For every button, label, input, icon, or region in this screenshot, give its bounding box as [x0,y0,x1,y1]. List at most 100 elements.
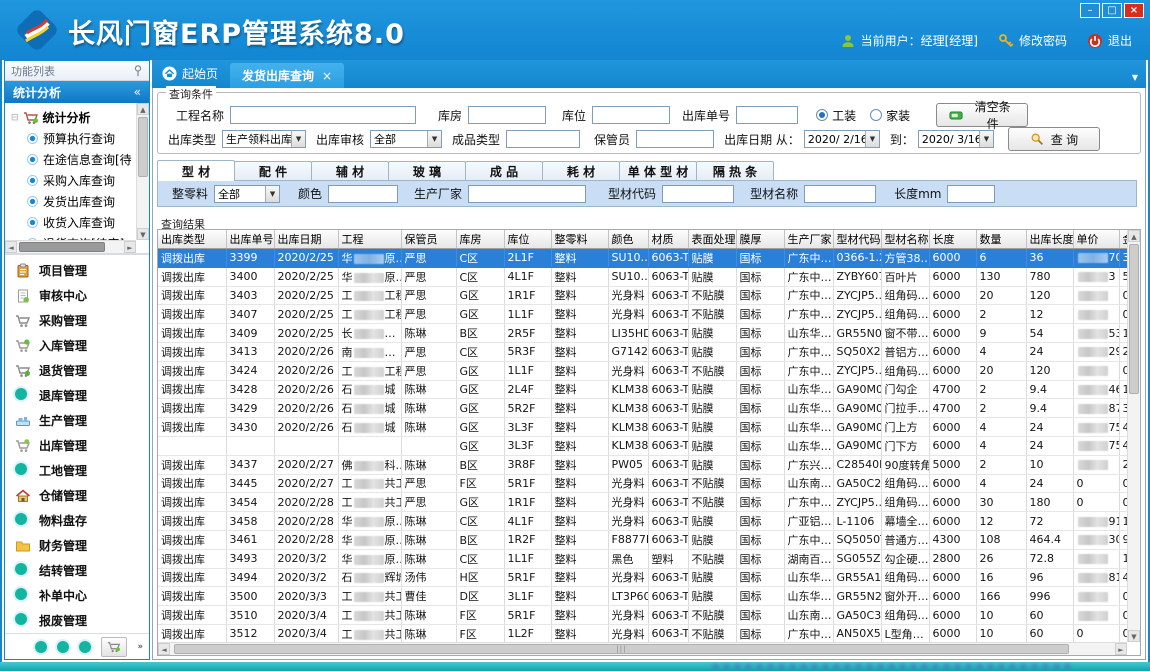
sidebar-item-项目管理[interactable]: 项目管理 [5,258,149,283]
color-input[interactable] [328,185,398,203]
column-header[interactable]: 数量 [976,230,1026,249]
sidebar-item-补单中心[interactable]: 补单中心 [5,583,149,608]
scroll-left-icon[interactable]: ◄ [158,643,170,655]
sidebar-item-结转管理[interactable]: 结转管理 [5,558,149,583]
tab-active[interactable]: 发货出库查询 × [230,63,344,88]
sidebar-item-退货管理[interactable]: 退货管理 [5,358,149,383]
scroll-thumb[interactable] [1129,244,1139,394]
tree-item[interactable]: 采购入库查询 [11,170,135,191]
tree-item[interactable]: 预算执行查询 [11,128,135,149]
table-row[interactable]: 调拨出库34002020/2/25华原…严思C区4L1F整料SU10…6063-… [158,267,1127,286]
whole-part-select[interactable]: 全部 ▼ [214,185,280,203]
more-panels-icon[interactable]: » [137,642,143,652]
date-to-select[interactable]: 2020/ 3/16 ▼ [918,130,994,148]
date-from-select[interactable]: 2020/ 2/16 ▼ [804,130,880,148]
table-row[interactable]: 调拨出库34612020/2/28华原…陈琳B区1R2F整料F8877FT606… [158,530,1127,549]
column-header[interactable]: 表面处理 [688,230,736,249]
grid-vertical-scrollbar[interactable]: ▲ ▼ [1127,230,1140,642]
clear-conditions-button[interactable]: 清空条件 [936,103,1028,127]
column-header[interactable]: 材质 [648,230,688,249]
sidebar-item-报废管理[interactable]: 报废管理 [5,608,149,633]
sidebar-item-入库管理[interactable]: 入库管理 [5,333,149,358]
column-header[interactable]: 库房 [456,230,504,249]
pin-icon[interactable] [133,65,143,77]
maximize-button[interactable]: □ [1102,3,1122,18]
tab-list-dropdown-icon[interactable]: ▼ [1132,73,1138,88]
scroll-up-icon[interactable]: ▲ [137,103,149,115]
scroll-thumb[interactable] [138,117,148,177]
table-row[interactable]: 调拨出库35102020/3/4工共工程陈琳F区5R1F整料光身料6063-T5… [158,606,1127,625]
tree-expander-icon[interactable]: ⊟ [11,113,19,123]
scroll-down-icon[interactable]: ▼ [1128,630,1140,642]
table-row[interactable]: 调拨出库34582020/2/28华原…陈琳C区4L1F整料光身料6063-T5… [158,512,1127,531]
sidebar-item-出库管理[interactable]: 出库管理 [5,433,149,458]
table-row[interactable]: 调拨出库34132020/2/26南…严思C区5R3F整料G714226063-… [158,342,1127,361]
scroll-up-icon[interactable]: ▲ [1128,230,1140,242]
table-row[interactable]: 调拨出库35122020/3/4工共工程陈琳F区1L2F整料光身料6063-T5… [158,624,1127,642]
audit-select[interactable]: 全部 ▼ [370,130,442,148]
column-header[interactable]: 出库类型 [158,230,226,249]
column-header[interactable]: 型材名称 [881,230,929,249]
table-row[interactable]: 调拨出库34302020/2/26石城陈琳G区3L3F整料KLM38176063… [158,418,1127,437]
tree-horizontal-scrollbar[interactable]: ◄ ► [5,240,136,253]
column-header[interactable]: 保管员 [401,230,456,249]
tree-item[interactable]: 退库管理[待定] [11,254,135,255]
column-header[interactable]: 工程 [338,230,401,249]
keeper-input[interactable] [636,130,714,148]
overflow-item-icon[interactable] [57,641,69,653]
column-header[interactable]: 颜色 [608,230,648,249]
location-input[interactable] [592,106,670,124]
table-row[interactable]: 调拨出库34072020/2/25工工程严思G区1L1F整料光身料6063-T5… [158,305,1127,324]
scroll-down-icon[interactable]: ▼ [137,228,149,240]
scroll-left-icon[interactable]: ◄ [5,241,17,253]
table-row[interactable]: 调拨出库34242020/2/26工工程严思G区1L1F整料光身料6063-T5… [158,361,1127,380]
profile-name-input[interactable] [804,185,876,203]
scroll-right-icon[interactable]: ► [1115,643,1127,655]
sidebar-item-审核中心[interactable]: 审核中心 [5,283,149,308]
out-type-select[interactable]: 生产领料出库 ▼ [222,130,306,148]
order-no-input[interactable] [736,106,798,124]
tree-item[interactable]: 在途信息查询[待 [11,149,135,170]
material-tab[interactable]: 配 件 [234,161,312,181]
table-row[interactable]: 调拨出库34452020/2/27工共工程严思F区5R1F整料光身料6063-T… [158,474,1127,493]
column-header[interactable]: 库位 [504,230,551,249]
tab-home[interactable]: 起始页 [152,65,230,88]
column-header[interactable]: 整零料 [551,230,608,249]
radio-work-wear[interactable]: 工装 [816,107,856,124]
close-button[interactable]: × [1124,3,1144,18]
tree-item[interactable]: 发货出库查询 [11,191,135,212]
project-name-input[interactable] [230,106,416,124]
column-header[interactable]: 长度 [929,230,976,249]
overflow-cart-button[interactable] [101,637,127,657]
product-type-input[interactable] [506,130,580,148]
sidebar-item-退库管理[interactable]: 退库管理 [5,383,149,408]
scroll-right-icon[interactable]: ► [124,241,136,253]
material-tab[interactable]: 隔 热 条 [696,161,774,181]
table-row[interactable]: 调拨出库34092020/2/25长…陈琳B区2R5F整料LI35HD6063-… [158,324,1127,343]
length-input[interactable] [947,185,995,203]
table-row[interactable]: 调拨出库34292020/2/26石城陈琳G区5R2F整料KLM38176063… [158,399,1127,418]
column-header[interactable]: 金额 [1119,230,1127,249]
material-tab[interactable]: 单 体 型 材 [619,161,697,181]
scroll-thumb[interactable] [19,242,105,252]
logout-link[interactable]: 退出 [1087,32,1132,49]
column-header[interactable]: 单价 [1073,230,1119,249]
column-header[interactable]: 膜厚 [736,230,784,249]
column-header[interactable]: 出库单号 [226,230,274,249]
table-row[interactable]: G区3L3F整料KLM38176063-T5贴膜国标山东华…GA90M09…门下… [158,436,1127,455]
sidebar-item-采购管理[interactable]: 采购管理 [5,308,149,333]
nav-group-header[interactable]: 统计分析 « [5,81,149,103]
warehouse-input[interactable] [468,106,546,124]
factory-input[interactable] [468,185,586,203]
table-row[interactable]: 调拨出库34542020/2/28工共工程严思G区1R1F整料光身料6063-T… [158,493,1127,512]
column-header[interactable]: 型材代码 [833,230,881,249]
sidebar-item-工地管理[interactable]: 工地管理 [5,458,149,483]
profile-code-input[interactable] [662,185,734,203]
sidebar-item-仓储管理[interactable]: 仓储管理 [5,483,149,508]
sidebar-item-生产管理[interactable]: 生产管理 [5,408,149,433]
change-password-link[interactable]: 修改密码 [998,32,1067,49]
column-header[interactable]: 生产厂家 [784,230,833,249]
radio-home-wear[interactable]: 家装 [870,107,910,124]
overflow-item-icon[interactable] [79,641,91,653]
sidebar-item-财务管理[interactable]: 财务管理 [5,533,149,558]
